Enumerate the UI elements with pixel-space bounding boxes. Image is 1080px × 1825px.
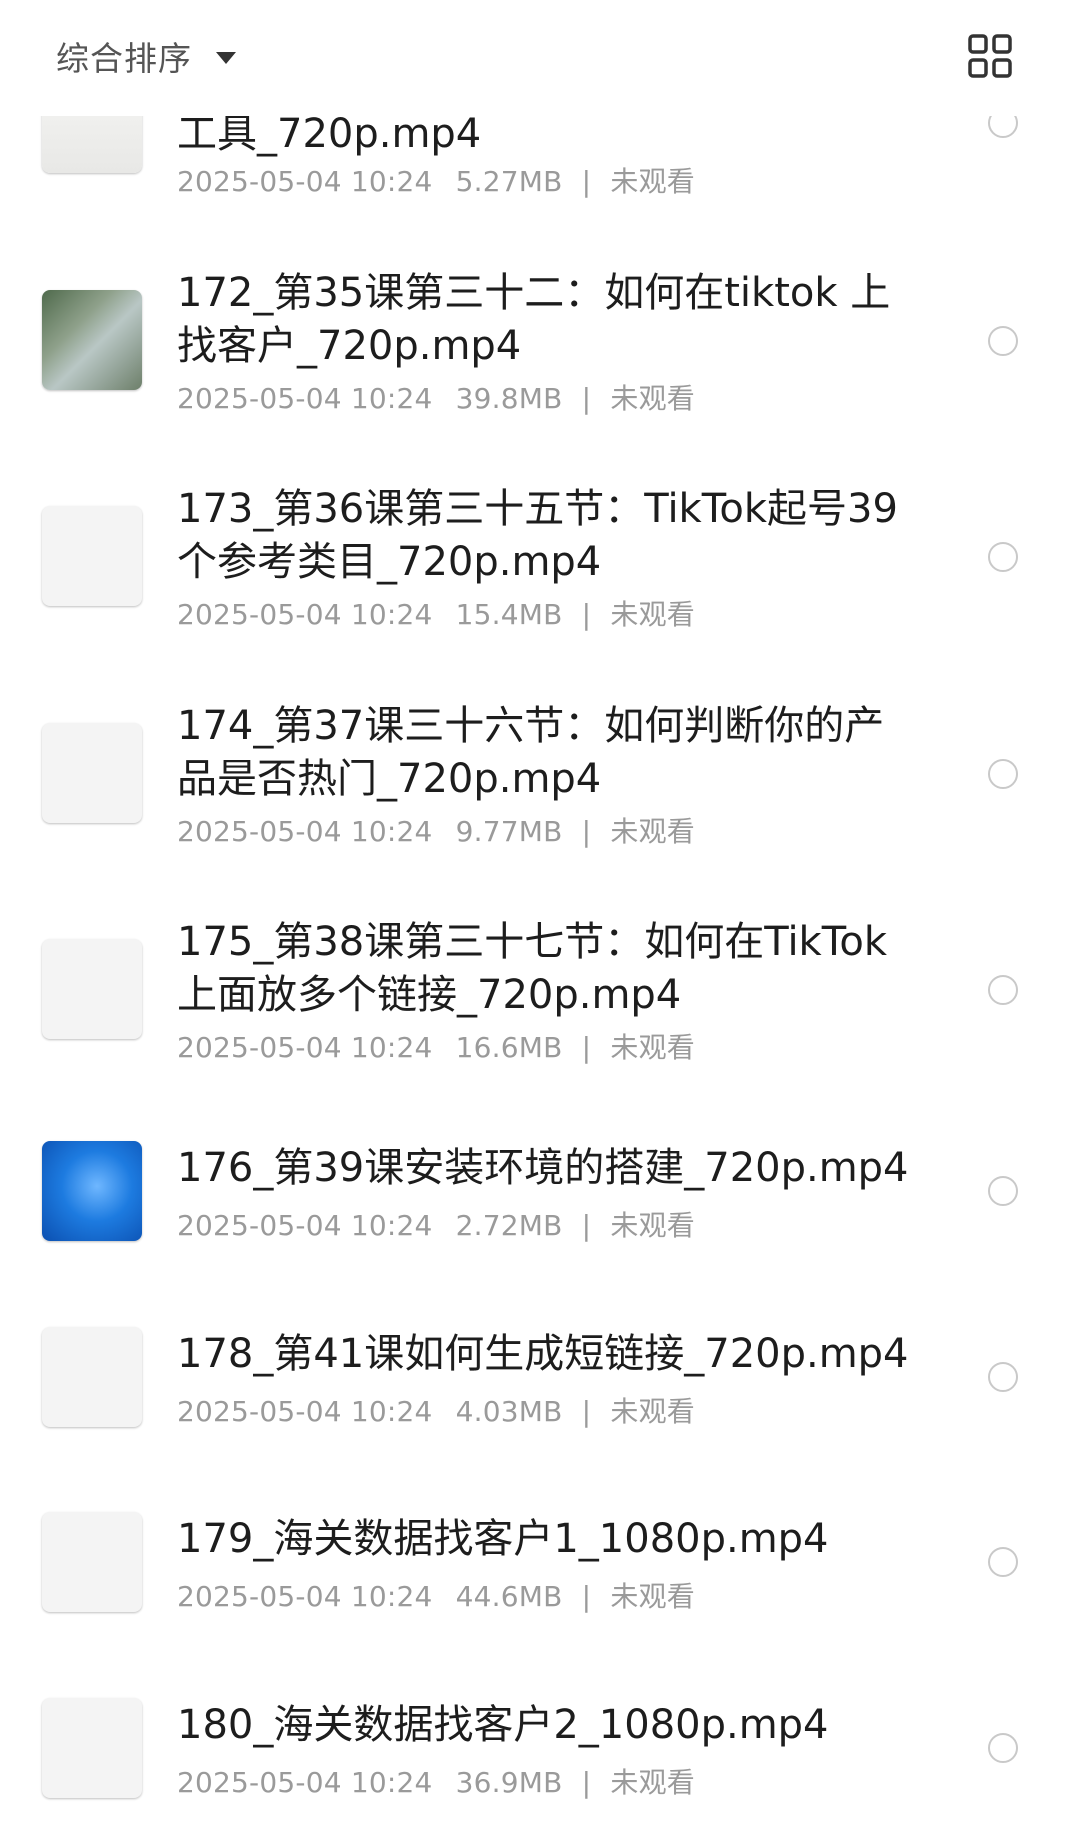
meta-separator: | (581, 598, 592, 631)
meta-separator: | (581, 1395, 592, 1428)
file-row[interactable]: 173_第36课第三十五节：TikTok起号39 个参考类目_720p.mp4 … (0, 456, 1080, 646)
file-row[interactable]: 174_第37课三十六节：如何判断你的产 品是否热门_720p.mp4 2025… (0, 673, 1080, 863)
watch-status: 未观看 (610, 1209, 696, 1242)
file-list: 工具_720p.mp4 2025-05-04 10:24 5.27MB | 未观… (0, 0, 1080, 1825)
file-date: 2025-05-04 10:24 (177, 1031, 433, 1064)
file-size: 36.9MB (455, 1766, 563, 1799)
file-size: 9.77MB (455, 815, 563, 848)
file-row[interactable]: 178_第41课如何生成短链接_720p.mp4 2025-05-04 10:2… (0, 1306, 1080, 1456)
file-date: 2025-05-04 10:24 (177, 1766, 433, 1799)
meta-separator: | (581, 815, 592, 848)
file-meta: 2025-05-04 10:24 2.72MB | 未观看 (177, 1204, 695, 1244)
file-meta: 2025-05-04 10:24 15.4MB | 未观看 (177, 593, 695, 633)
file-row[interactable]: 172_第35课第三十二：如何在tiktok 上 找客户_720p.mp4 20… (0, 240, 1080, 430)
watch-status: 未观看 (610, 382, 696, 415)
file-title: 174_第37课三十六节：如何判断你的产 品是否热门_720p.mp4 (177, 703, 885, 802)
video-thumbnail (42, 290, 142, 390)
file-title: 178_第41课如何生成短链接_720p.mp4 (177, 1331, 909, 1377)
meta-separator: | (581, 165, 592, 198)
file-meta: 2025-05-04 10:24 4.03MB | 未观看 (177, 1390, 695, 1430)
file-size: 15.4MB (455, 598, 563, 631)
watch-status: 未观看 (610, 1395, 696, 1428)
file-meta: 2025-05-04 10:24 44.6MB | 未观看 (177, 1575, 695, 1615)
file-browser-page: 工具_720p.mp4 2025-05-04 10:24 5.27MB | 未观… (0, 0, 1080, 1825)
watch-status: 未观看 (610, 815, 696, 848)
video-thumbnail (42, 1698, 142, 1798)
file-size: 4.03MB (455, 1395, 563, 1428)
file-size: 44.6MB (455, 1580, 563, 1613)
file-row[interactable]: 176_第39课安装环境的搭建_720p.mp4 2025-05-04 10:2… (0, 1120, 1080, 1270)
video-thumbnail (42, 1512, 142, 1612)
file-size: 16.6MB (455, 1031, 563, 1064)
select-radio[interactable] (988, 1547, 1018, 1577)
watch-status: 未观看 (610, 1766, 696, 1799)
file-title: 173_第36课第三十五节：TikTok起号39 个参考类目_720p.mp4 (177, 486, 898, 585)
file-date: 2025-05-04 10:24 (177, 165, 433, 198)
file-date: 2025-05-04 10:24 (177, 1209, 433, 1242)
file-row[interactable]: 175_第38课第三十七节：如何在TikTok 上面放多个链接_720p.mp4… (0, 889, 1080, 1079)
sort-dropdown[interactable]: 综合排序 (56, 30, 236, 82)
watch-status: 未观看 (610, 598, 696, 631)
file-size: 2.72MB (455, 1209, 563, 1242)
select-radio[interactable] (988, 326, 1018, 356)
select-radio[interactable] (988, 542, 1018, 572)
file-row[interactable]: 180_海关数据找客户2_1080p.mp4 2025-05-04 10:24 … (0, 1677, 1080, 1825)
file-size: 5.27MB (455, 165, 563, 198)
meta-separator: | (581, 1031, 592, 1064)
video-thumbnail (42, 1327, 142, 1427)
file-meta: 2025-05-04 10:24 39.8MB | 未观看 (177, 377, 695, 417)
file-title: 180_海关数据找客户2_1080p.mp4 (177, 1702, 829, 1748)
file-date: 2025-05-04 10:24 (177, 815, 433, 848)
select-radio[interactable] (988, 1176, 1018, 1206)
watch-status: 未观看 (610, 1031, 696, 1064)
select-radio[interactable] (988, 1733, 1018, 1763)
caret-down-icon (216, 52, 236, 64)
file-meta: 2025-05-04 10:24 9.77MB | 未观看 (177, 810, 695, 850)
video-thumbnail (42, 506, 142, 606)
file-row[interactable]: 179_海关数据找客户1_1080p.mp4 2025-05-04 10:24 … (0, 1491, 1080, 1641)
file-date: 2025-05-04 10:24 (177, 382, 433, 415)
file-meta: 2025-05-04 10:24 5.27MB | 未观看 (177, 160, 695, 200)
file-title: 176_第39课安装环境的搭建_720p.mp4 (177, 1145, 909, 1191)
video-thumbnail (42, 939, 142, 1039)
file-date: 2025-05-04 10:24 (177, 598, 433, 631)
file-title: 179_海关数据找客户1_1080p.mp4 (177, 1516, 829, 1562)
file-date: 2025-05-04 10:24 (177, 1580, 433, 1613)
watch-status: 未观看 (610, 165, 696, 198)
meta-separator: | (581, 1580, 592, 1613)
meta-separator: | (581, 1209, 592, 1242)
file-size: 39.8MB (455, 382, 563, 415)
file-date: 2025-05-04 10:24 (177, 1395, 433, 1428)
meta-separator: | (581, 1766, 592, 1799)
file-title: 175_第38课第三十七节：如何在TikTok 上面放多个链接_720p.mp4 (177, 919, 887, 1018)
grid-view-icon[interactable] (968, 34, 1014, 80)
meta-separator: | (581, 382, 592, 415)
list-header: 综合排序 (0, 0, 1080, 116)
select-radio[interactable] (988, 1362, 1018, 1392)
watch-status: 未观看 (610, 1580, 696, 1613)
file-meta: 2025-05-04 10:24 36.9MB | 未观看 (177, 1761, 695, 1801)
file-meta: 2025-05-04 10:24 16.6MB | 未观看 (177, 1026, 695, 1066)
sort-label: 综合排序 (56, 39, 192, 78)
select-radio[interactable] (988, 759, 1018, 789)
file-title: 172_第35课第三十二：如何在tiktok 上 找客户_720p.mp4 (177, 270, 891, 369)
video-thumbnail (42, 723, 142, 823)
video-thumbnail (42, 1141, 142, 1241)
select-radio[interactable] (988, 975, 1018, 1005)
